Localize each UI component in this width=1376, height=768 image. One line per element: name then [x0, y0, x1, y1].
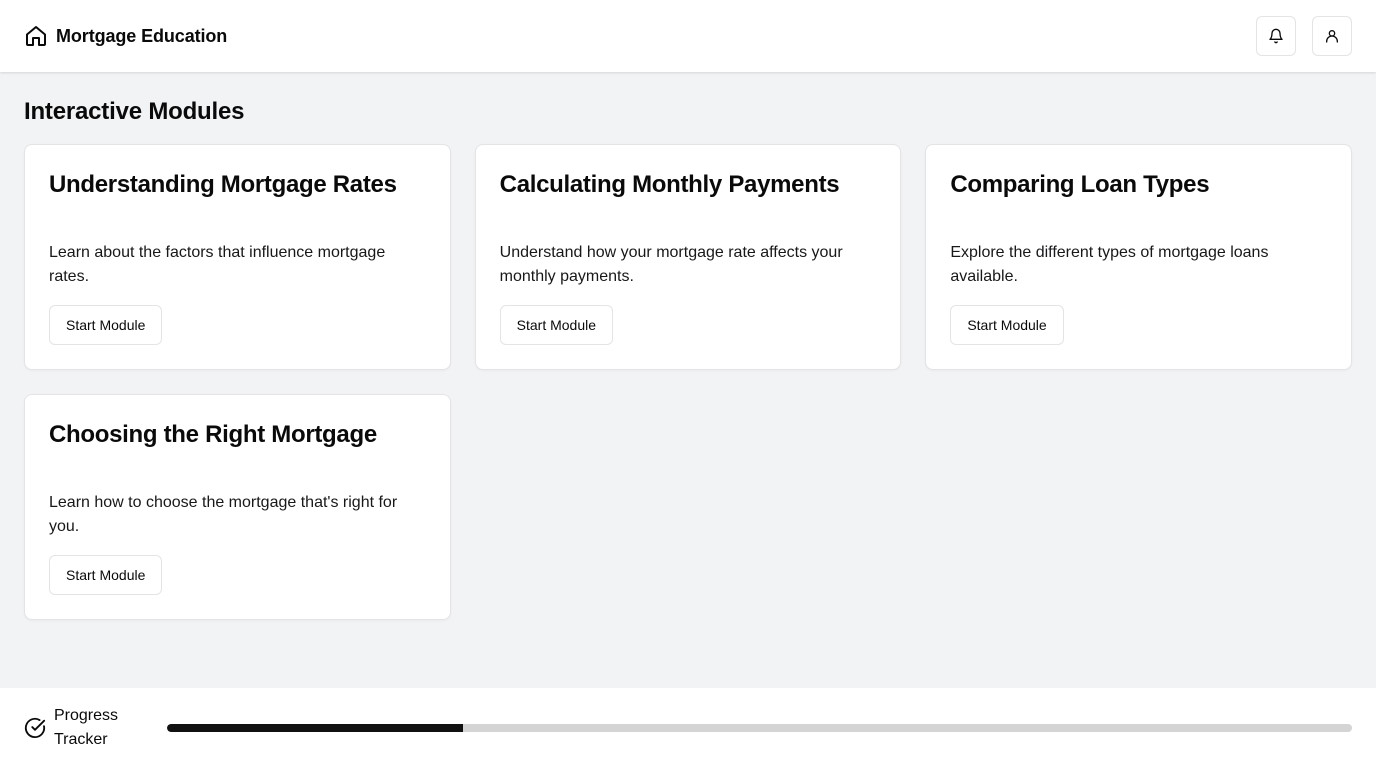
app-title: Mortgage Education [56, 25, 228, 46]
module-card: Comparing Loan Types Explore the differe… [925, 144, 1352, 370]
module-card: Understanding Mortgage Rates Learn about… [24, 144, 451, 370]
section-title: Interactive Modules [24, 98, 245, 125]
home-icon [24, 24, 48, 48]
module-description: Learn about the factors that influence m… [49, 244, 386, 285]
start-module-button[interactable]: Start Module [49, 555, 163, 595]
main-content: Interactive Modules Understanding Mortga… [24, 96, 1352, 620]
start-module-button[interactable]: Start Module [950, 305, 1064, 345]
notifications-button[interactable] [1256, 16, 1296, 56]
bell-icon [1268, 28, 1284, 44]
check-circle-icon [24, 717, 46, 739]
user-icon [1324, 28, 1340, 44]
module-title: Choosing the Right Mortgage [49, 421, 377, 448]
start-module-button[interactable]: Start Module [49, 305, 163, 345]
progress-bar-fill [167, 724, 464, 732]
progress-bar [167, 724, 1352, 732]
modules-grid: Understanding Mortgage Rates Learn about… [24, 144, 1352, 620]
module-description: Learn how to choose the mortgage that's … [49, 494, 398, 535]
module-title: Comparing Loan Types [950, 171, 1210, 198]
module-card: Choosing the Right Mortgage Learn how to… [24, 394, 451, 620]
module-description: Understand how your mortgage rate affect… [499, 244, 843, 285]
progress-tracker-label: Progress Tracker [54, 707, 119, 748]
progress-tracker: Progress Tracker [24, 704, 167, 752]
user-profile-button[interactable] [1312, 16, 1352, 56]
module-title: Calculating Monthly Payments [499, 171, 840, 198]
module-title: Understanding Mortgage Rates [49, 171, 397, 198]
module-description: Explore the different types of mortgage … [950, 244, 1269, 285]
progress-footer: Progress Tracker [0, 688, 1376, 768]
header-actions [1256, 16, 1352, 56]
brand[interactable]: Mortgage Education [24, 24, 227, 48]
module-card: Calculating Monthly Payments Understand … [474, 144, 902, 370]
app-header: Mortgage Education [0, 0, 1376, 72]
start-module-button[interactable]: Start Module [499, 305, 614, 345]
